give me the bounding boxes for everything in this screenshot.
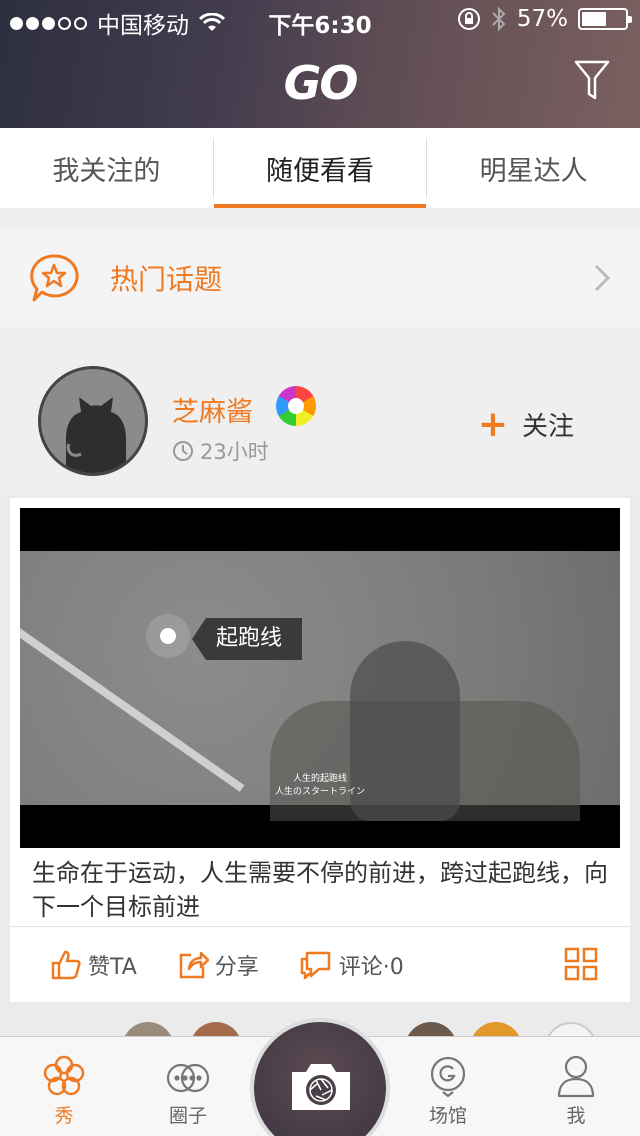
tab-label: 明星达人 (479, 155, 588, 187)
post-username[interactable]: 芝麻酱 (172, 390, 253, 429)
tabbar-label: 圈子 (168, 1105, 207, 1127)
post-actions: 赞TA 分享 评论·0 (10, 926, 630, 1002)
status-right: 57% (457, 6, 632, 32)
comment-label: 评论·0 (338, 954, 404, 980)
post-content: 起跑线 人生的起跑线 人生のスタートライン 生命在于运动，人生需要不停的前进，跨… (10, 498, 630, 1002)
follow-button[interactable]: + 关注 (478, 406, 574, 443)
subtitle-line-1: 人生的起跑线 (292, 774, 347, 784)
tab-stars[interactable]: 明星达人 (427, 128, 640, 208)
video-subtitles: 人生的起跑线 人生のスタートライン (20, 773, 620, 799)
feed-tabs: 我关注的 随便看看 明星达人 (0, 128, 640, 208)
tabbar-label: 秀 (54, 1105, 74, 1127)
app-header: 中国移动 下午6:30 57% GO (0, 0, 640, 128)
person-icon (557, 1055, 595, 1098)
post-video[interactable]: 起跑线 人生的起跑线 人生のスタートライン (20, 508, 620, 848)
post-caption: 生命在于运动，人生需要不停的前进，跨过起跑线，向下一个目标前进 (32, 859, 608, 921)
comment-icon (300, 951, 331, 979)
verified-badge-icon (276, 386, 316, 426)
thumbs-up-icon (51, 950, 81, 979)
like-label: 赞TA (88, 954, 137, 980)
rotation-lock-icon (457, 8, 480, 30)
subtitle-line-2: 人生のスタートライン (274, 787, 365, 797)
tabbar-item-me[interactable]: 我 (526, 1051, 626, 1128)
share-button[interactable]: 分享 (177, 949, 259, 981)
tabbar-item-show[interactable]: 秀 (14, 1051, 114, 1128)
post-card: 芝麻酱 23小时 + 关注 起跑线 人生的起跑线 人生のスタートライン 生命在于… (0, 348, 640, 1038)
hot-topics-label: 热门话题 (110, 263, 223, 296)
tab-label: 随便看看 (266, 155, 374, 187)
tabbar-label: 场馆 (428, 1105, 467, 1127)
post-time: 23小时 (172, 436, 269, 466)
bluetooth-icon (492, 6, 506, 32)
post-header: 芝麻酱 23小时 + 关注 (0, 348, 640, 496)
share-icon (179, 951, 209, 978)
battery-percent: 57% (516, 6, 568, 32)
filter-icon[interactable] (574, 60, 610, 100)
follow-label: 关注 (521, 412, 574, 442)
clock-icon (173, 441, 193, 461)
status-bar: 中国移动 下午6:30 57% (0, 0, 640, 40)
tabbar-item-circle[interactable]: 圈子 (138, 1051, 238, 1128)
hot-topics-row[interactable]: 热门话题 (0, 228, 640, 328)
tabbar-label: 我 (566, 1105, 586, 1127)
comment-button[interactable]: 评论·0 (299, 949, 404, 981)
octocat-icon (66, 397, 126, 473)
battery-icon (578, 8, 632, 30)
flower-icon (43, 1055, 85, 1096)
post-time-label: 23小时 (200, 440, 269, 464)
video-tag[interactable]: 起跑线 (192, 618, 303, 660)
share-label: 分享 (214, 954, 259, 980)
like-button[interactable]: 赞TA (50, 949, 137, 981)
chevron-right-icon (594, 264, 610, 292)
tab-following[interactable]: 我关注的 (0, 128, 213, 208)
faces-icon (166, 1063, 210, 1093)
grid-icon[interactable] (564, 947, 598, 981)
location-pin-icon (430, 1056, 466, 1097)
tabbar-item-venue[interactable]: 场馆 (398, 1051, 498, 1128)
star-chat-icon (30, 254, 79, 302)
avatar[interactable] (38, 366, 148, 476)
video-frame: 起跑线 人生的起跑线 人生のスタートライン (20, 551, 620, 821)
tab-label: 我关注的 (52, 155, 161, 187)
app-logo: GO (283, 56, 359, 110)
plus-icon: + (477, 403, 508, 445)
tag-dot[interactable] (146, 614, 190, 658)
camera-icon (292, 1064, 350, 1110)
tab-browse[interactable]: 随便看看 (213, 128, 427, 208)
